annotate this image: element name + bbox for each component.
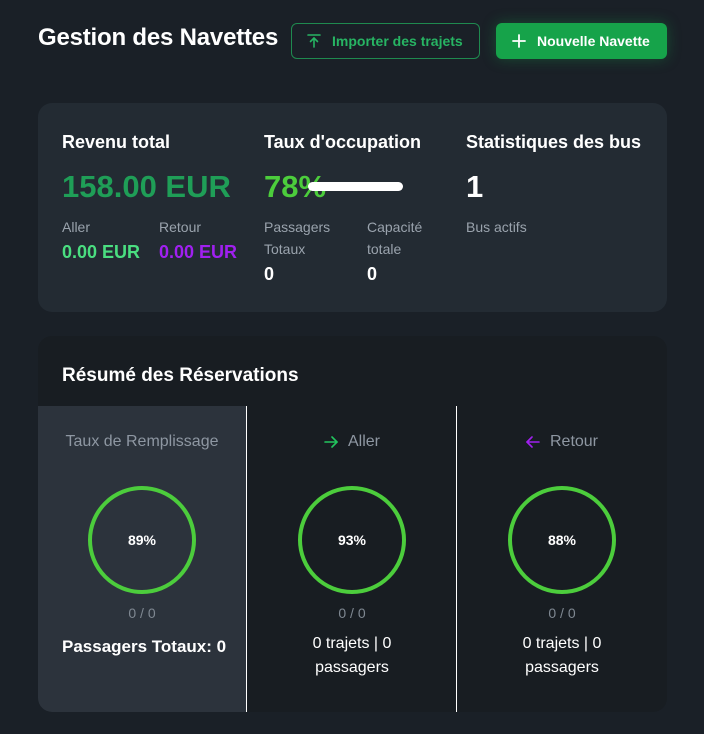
capacity-total-label: Capacité totale	[367, 216, 422, 260]
aller-ring: 93%	[298, 486, 406, 594]
passengers-total-label: Passagers Totaux	[264, 216, 330, 260]
passengers-label-line1: Passagers	[264, 219, 331, 235]
reservations-card: Résumé des Réservations Taux de Rempliss…	[38, 336, 667, 712]
bus-stats-title: Statistiques des bus	[466, 132, 642, 152]
retour-footer-line2: passagers	[525, 659, 599, 676]
fill-rate-percent: 89%	[127, 532, 157, 548]
passengers-total-value: 0	[264, 264, 275, 284]
revenue-retour-label: Retour	[159, 219, 202, 235]
revenue-aller-label: Aller	[62, 219, 91, 235]
occupancy-title: Taux d'occupation	[264, 132, 421, 152]
aller-title-text: Aller	[347, 433, 380, 450]
retour-footer: 0 trajets | 0 passagers	[457, 632, 667, 680]
retour-panel: Retour 88% 0 / 0 0 trajets | 0 passagers	[457, 406, 667, 712]
fill-rate-ring: 89%	[88, 486, 196, 594]
revenue-retour-value: 0.00 EUR	[159, 242, 238, 262]
passengers-label-line2: Totaux	[264, 241, 306, 257]
aller-footer-line2: passagers	[315, 659, 389, 676]
import-trips-button[interactable]: Importer des trajets	[291, 23, 480, 59]
retour-ratio: 0 / 0	[548, 605, 576, 621]
reservations-title: Résumé des Réservations	[62, 365, 299, 386]
arrow-left-icon	[526, 436, 540, 448]
import-trips-label: Importer des trajets	[332, 33, 463, 49]
retour-percent: 88%	[547, 532, 577, 548]
active-bus-label: Bus actifs	[466, 219, 527, 235]
page-title: Gestion des Navettes	[38, 24, 279, 51]
capacity-total-value: 0	[367, 264, 378, 284]
page-header: Gestion des Navettes Importer des trajet…	[0, 0, 704, 80]
arrow-right-icon	[324, 436, 338, 448]
capacity-label-line1: Capacité	[367, 219, 423, 235]
new-shuttle-label: Nouvelle Navette	[537, 33, 650, 49]
aller-panel: Aller 93% 0 / 0 0 trajets | 0 passagers	[247, 406, 457, 712]
retour-title-text: Retour	[549, 433, 599, 450]
revenue-title: Revenu total	[62, 132, 171, 152]
upload-icon	[306, 33, 322, 49]
aller-ratio: 0 / 0	[338, 605, 366, 621]
aller-title: Aller	[247, 433, 457, 451]
retour-ring: 88%	[508, 486, 616, 594]
occupancy-progress-bar	[308, 182, 403, 191]
aller-footer: 0 trajets | 0 passagers	[247, 632, 457, 680]
revenue-aller-value: 0.00 EUR	[62, 242, 141, 262]
retour-footer-line1: 0 trajets | 0	[522, 635, 602, 652]
active-bus-count: 1	[466, 169, 484, 204]
revenue-total: 158.00 EUR	[62, 169, 231, 204]
fill-rate-footer: Passagers Totaux: 0	[62, 637, 227, 656]
fill-rate-title: Taux de Remplissage	[38, 433, 246, 451]
aller-percent: 93%	[337, 532, 367, 548]
capacity-label-line2: totale	[367, 241, 402, 257]
new-shuttle-button[interactable]: Nouvelle Navette	[496, 23, 667, 59]
aller-footer-line1: 0 trajets | 0	[312, 635, 392, 652]
plus-icon	[511, 33, 527, 49]
fill-rate-title-text: Taux de Remplissage	[65, 433, 219, 450]
fill-rate-ratio: 0 / 0	[128, 605, 156, 621]
fill-rate-panel: Taux de Remplissage 89% 0 / 0 Passagers …	[38, 406, 246, 712]
retour-title: Retour	[457, 433, 667, 451]
stats-card: Revenu total 158.00 EUR Aller 0.00 EUR R…	[38, 103, 667, 312]
